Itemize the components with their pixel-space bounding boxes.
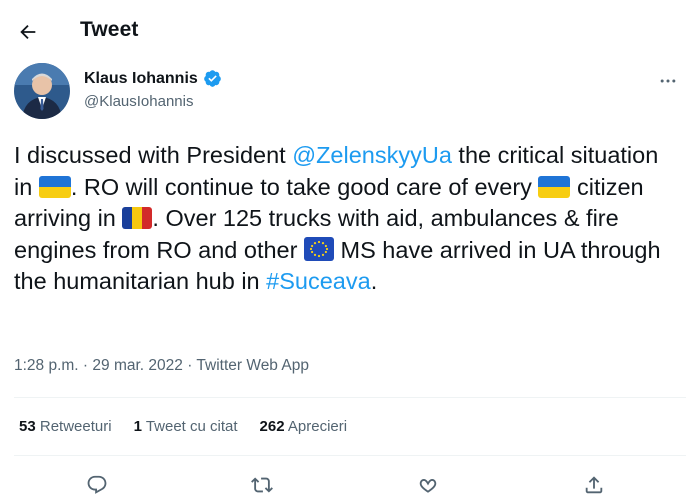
top-bar: Tweet (0, 0, 700, 62)
tweet-text-segment: . (370, 268, 378, 294)
heart-icon (419, 479, 437, 493)
likes-count: 262 (259, 418, 285, 435)
share-icon (585, 476, 603, 494)
author-name[interactable]: Klaus Iohannis (84, 69, 222, 88)
quotes-label: Tweet cu citat (145, 418, 238, 435)
reply-icon (87, 475, 107, 494)
tweet-text: I discussed with President @ZelenskyyUa … (14, 140, 674, 298)
page-title: Tweet (80, 18, 139, 41)
quotes-count: 1 (133, 418, 142, 435)
author-name-text: Klaus Iohannis (84, 69, 198, 87)
tweet-source-app[interactable]: Twitter Web App (196, 357, 309, 374)
back-button[interactable] (12, 16, 44, 48)
tweet-author: Klaus Iohannis @KlausIohannis (14, 63, 686, 123)
hashtag-link[interactable]: #Suceava (266, 268, 371, 294)
retweets-label: Retweeturi (39, 418, 112, 435)
divider (14, 397, 686, 398)
more-dots-icon (660, 79, 676, 83)
arrow-left-icon (20, 24, 36, 40)
meta-separator: · (182, 357, 197, 374)
tweet-actions-bar (0, 468, 700, 503)
tweet-text-segment: . RO will continue to take good care of … (70, 173, 539, 200)
retweets-count: 53 (19, 418, 36, 435)
romania-flag-emoji (122, 207, 153, 229)
meta-separator: · (78, 357, 93, 374)
mention-link[interactable]: @ZelenskyyUa (292, 142, 452, 168)
tweet-text-segment: I discussed with President (14, 142, 293, 168)
tweet-stats: 53 Retweeturi 1 Tweet cu citat 262 Aprec… (19, 418, 347, 435)
avatar[interactable] (14, 63, 70, 119)
share-button[interactable] (577, 468, 611, 502)
divider (14, 455, 686, 456)
reply-button[interactable] (80, 468, 114, 502)
quotes-stat[interactable]: 1 Tweet cu citat (134, 418, 238, 435)
more-options-button[interactable] (654, 67, 682, 95)
likes-stat[interactable]: 262 Aprecieri (260, 418, 348, 435)
tweet-time[interactable]: 1:28 p.m. (14, 357, 79, 374)
tweet-date[interactable]: 29 mar. 2022 (92, 357, 182, 374)
like-button[interactable] (411, 468, 445, 502)
tweet-metadata: 1:28 p.m. · 29 mar. 2022 · Twitter Web A… (14, 357, 309, 375)
retweets-stat[interactable]: 53 Retweeturi (19, 418, 112, 435)
likes-label: Aprecieri (287, 418, 348, 435)
retweet-icon (251, 477, 273, 493)
retweet-button[interactable] (245, 468, 279, 502)
verified-badge-icon (203, 70, 221, 87)
author-handle[interactable]: @KlausIohannis (84, 93, 193, 110)
ukraine-flag-emoji (538, 175, 571, 198)
eu-flag-emoji (304, 236, 334, 261)
ukraine-flag-emoji (38, 175, 71, 198)
